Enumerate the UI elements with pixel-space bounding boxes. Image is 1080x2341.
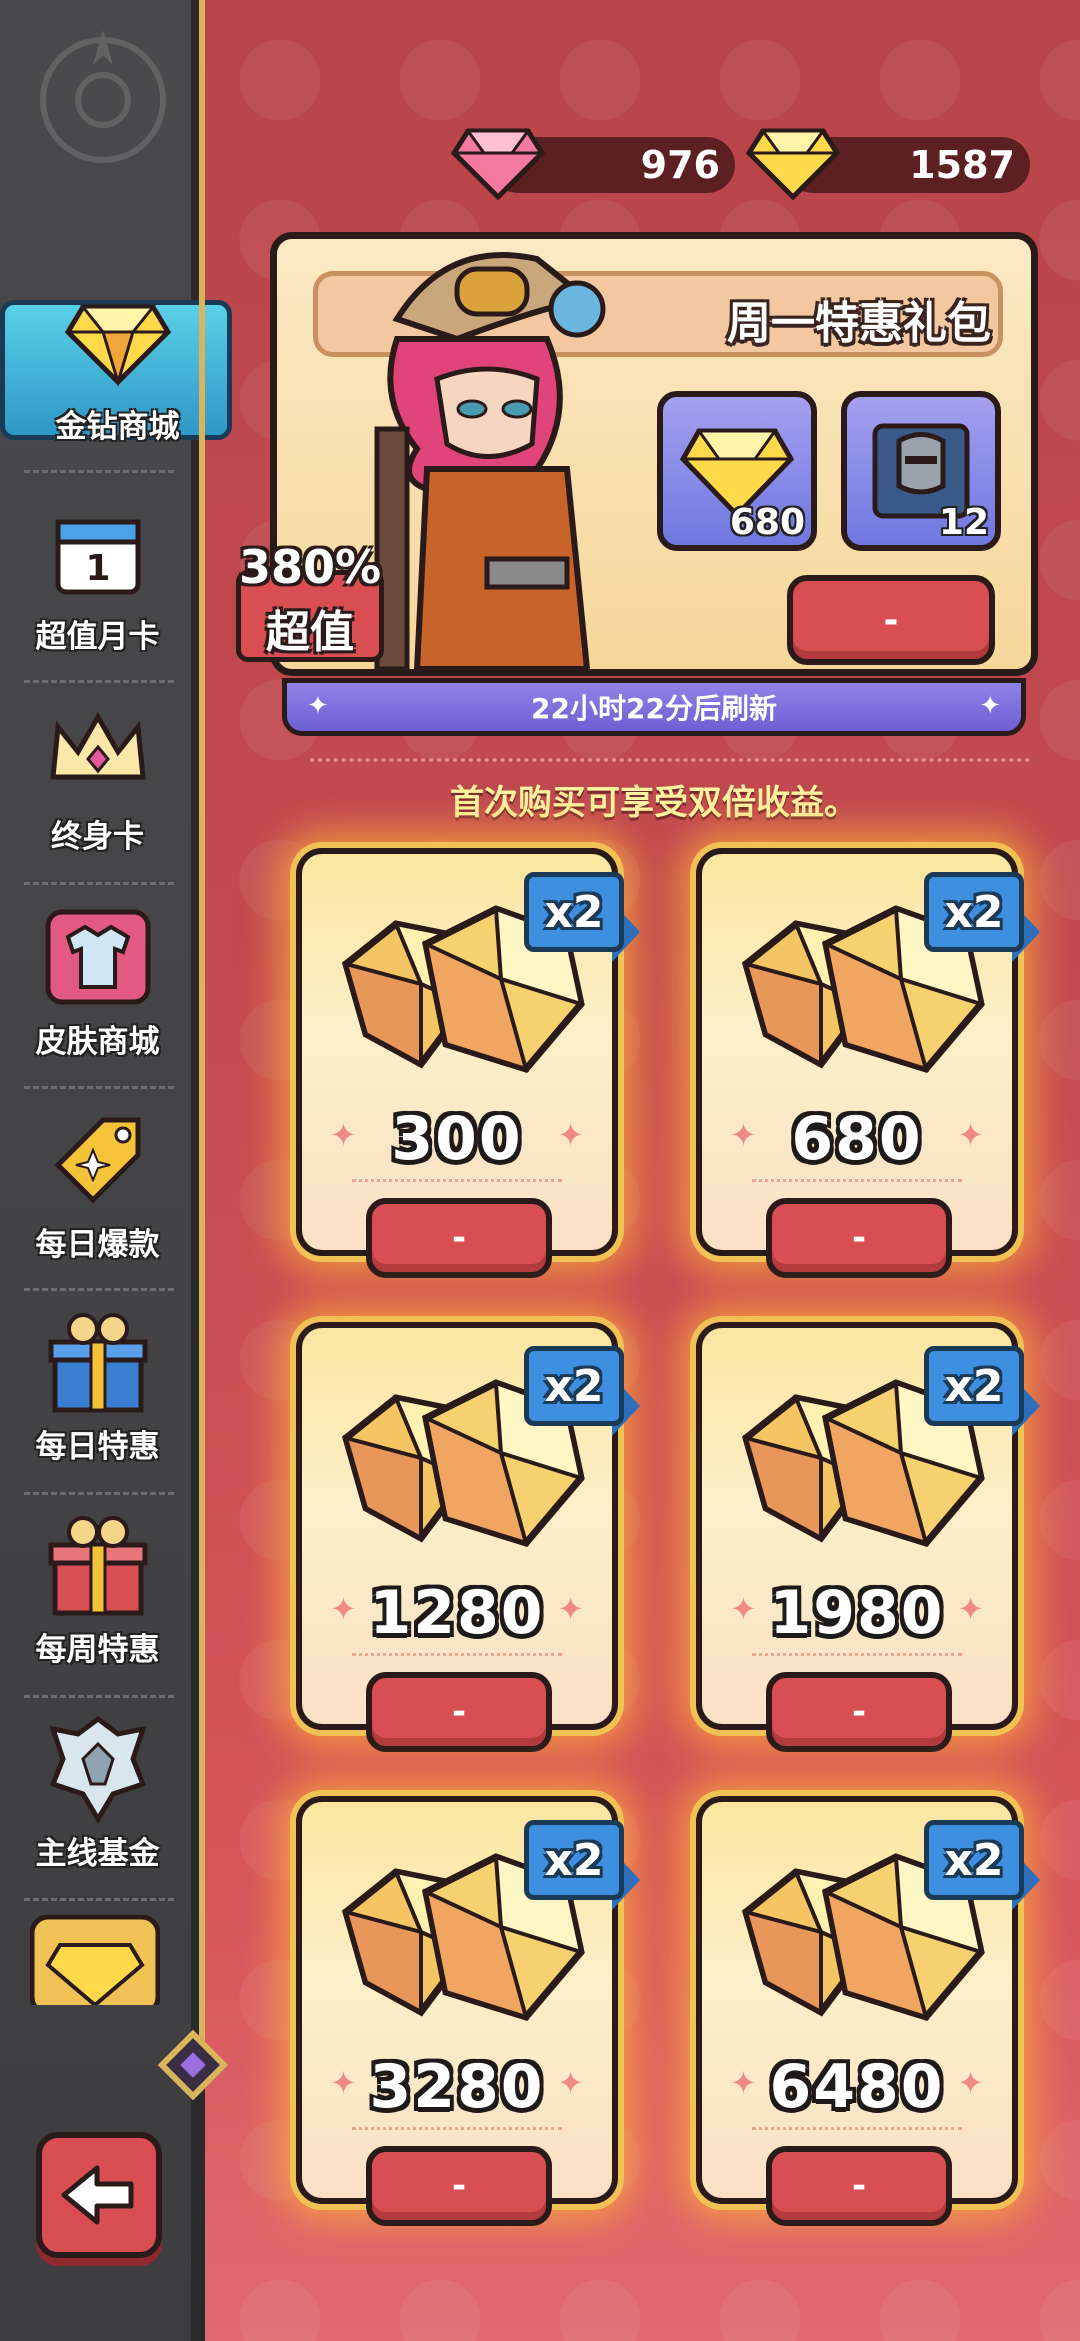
gem-pack-buy-button[interactable]: - (766, 1198, 952, 1278)
gem-pack-card[interactable]: x2 ✦ ✦ 680 - (696, 848, 1040, 1278)
sidebar-item-label: 皮肤商城 (35, 1024, 160, 1060)
gem-pack-amount: 300 (391, 1104, 523, 1174)
gem-pack-card[interactable]: x2 ✦ ✦ 3280 - (296, 1796, 640, 2226)
double-bonus-badge: x2 (524, 872, 640, 968)
double-bonus-text: x2 (944, 1360, 1004, 1412)
gold-gem-icon (30, 1915, 160, 2005)
sidebar-item-label: 主线基金 (35, 1836, 160, 1872)
gem-pack-buy-button[interactable]: - (766, 1672, 952, 1752)
double-bonus-text: x2 (944, 1834, 1004, 1886)
value-label: 超值 (266, 607, 354, 658)
double-bonus-text: x2 (944, 886, 1004, 938)
gem-pack-card[interactable]: x2 ✦ ✦ 6480 - (696, 1796, 1040, 2226)
sidebar: 金钻商城 1 超值月卡 终身卡 皮肤商城 每日爆款 每日特惠 每周特惠 主线基金 (0, 0, 232, 2341)
gem-pack-amount: 3280 (369, 2052, 545, 2122)
gem-pack-buy-button[interactable]: - (366, 2146, 552, 2226)
sparkle-icon: ✦ (307, 691, 329, 721)
wolf-emblem-icon (43, 1714, 153, 1824)
sidebar-item-lifetime-card[interactable]: 终身卡 (0, 680, 195, 870)
divider (352, 2127, 562, 2130)
sidebar-item-daily-hot[interactable]: 每日爆款 (0, 1088, 195, 1278)
sidebar-item-label: 超值月卡 (35, 619, 160, 655)
pink-gem-counter: 976 (450, 128, 740, 201)
gem-pack-amount: 1280 (369, 1578, 545, 1648)
gem-pack-card[interactable]: x2 ✦ ✦ 1280 - (296, 1322, 640, 1752)
divider (352, 1179, 562, 1182)
tag-icon (43, 1105, 153, 1215)
sidebar-item-gold-shop[interactable]: 金钻商城 (0, 270, 235, 460)
divider (752, 1179, 962, 1182)
gold-gem-icon (63, 287, 173, 397)
gem-pack-card[interactable]: x2 ✦ ✦ 1980 - (696, 1322, 1040, 1752)
value-badge: 380% 超值 (236, 540, 384, 680)
weekly-pack-buy-button[interactable]: - (787, 575, 995, 665)
sidebar-divider (24, 1898, 174, 1901)
weekly-pack-card: 周一特惠礼包 680 12 - (270, 232, 1038, 676)
character-illustration (374, 252, 606, 672)
reward-slot[interactable]: 12 (841, 391, 1001, 551)
double-bonus-badge: x2 (924, 872, 1040, 968)
double-bonus-badge: x2 (924, 1820, 1040, 1916)
sidebar-item-label: 每周特惠 (35, 1632, 160, 1668)
first-purchase-note: 首次购买可享受双倍收益。 (450, 783, 858, 823)
back-button[interactable] (36, 2132, 162, 2258)
refresh-timer-bar: ✦ 22小时22分后刷新 ✦ (282, 678, 1026, 736)
svg-text:1: 1 (85, 548, 110, 589)
refresh-timer-text: 22小时22分后刷新 (531, 692, 777, 725)
divider (752, 1653, 962, 1656)
sidebar-emblem (0, 0, 205, 200)
value-percent: 380% (238, 540, 382, 594)
double-bonus-badge: x2 (924, 1346, 1040, 1442)
sparkle-icon: ✦ (979, 691, 1001, 721)
gem-pack-buy-button[interactable]: - (366, 1672, 552, 1752)
sidebar-item-weekly-deal[interactable]: 每周特惠 (0, 1493, 195, 1683)
gem-pack-buy-button[interactable]: - (766, 2146, 952, 2226)
double-bonus-text: x2 (544, 886, 604, 938)
sidebar-divider (24, 470, 174, 473)
sidebar-item-skin-shop[interactable]: 皮肤商城 (0, 885, 195, 1075)
crown-icon (43, 697, 153, 807)
reward-slot[interactable]: 680 (657, 391, 817, 551)
reward-count: 12 (938, 502, 989, 543)
sidebar-item-label: 金钻商城 (55, 409, 180, 445)
gem-pack-amount: 6480 (769, 2052, 945, 2122)
double-bonus-text: x2 (544, 1834, 604, 1886)
calendar-icon: 1 (43, 497, 153, 607)
sidebar-item-monthly-card[interactable]: 1 超值月卡 (0, 480, 195, 670)
gem-pack-amount: 680 (791, 1104, 923, 1174)
gem-pack-amount: 1980 (769, 1578, 945, 1648)
reward-count: 680 (729, 502, 805, 543)
sidebar-item-label: 每日特惠 (35, 1429, 160, 1465)
sidebar-item-label: 每日爆款 (35, 1227, 160, 1263)
back-arrow-icon (61, 2165, 134, 2225)
divider (310, 758, 1030, 762)
red-gift-icon (43, 1510, 153, 1620)
shirt-icon (43, 902, 153, 1012)
weekly-pack-title: 周一特惠礼包 (727, 298, 991, 349)
sidebar-item-daily-deal[interactable]: 每日特惠 (0, 1290, 195, 1480)
double-bonus-text: x2 (544, 1360, 604, 1412)
double-bonus-badge: x2 (524, 1820, 640, 1916)
gem-pack-card[interactable]: x2 ✦ ✦ 300 - (296, 848, 640, 1278)
sidebar-item-label: 终身卡 (51, 819, 144, 855)
double-bonus-badge: x2 (524, 1346, 640, 1442)
blue-gift-icon (43, 1307, 153, 1417)
gem-pack-buy-button[interactable]: - (366, 1198, 552, 1278)
gold-gem-counter: 1587 (745, 128, 1035, 201)
pink-gem-value: 976 (640, 143, 720, 187)
gold-gem-value: 1587 (909, 143, 1015, 187)
sidebar-item-main-fund[interactable]: 主线基金 (0, 1697, 195, 1887)
divider (752, 2127, 962, 2130)
sidebar-item-more[interactable] (30, 1915, 160, 2005)
divider (352, 1653, 562, 1656)
